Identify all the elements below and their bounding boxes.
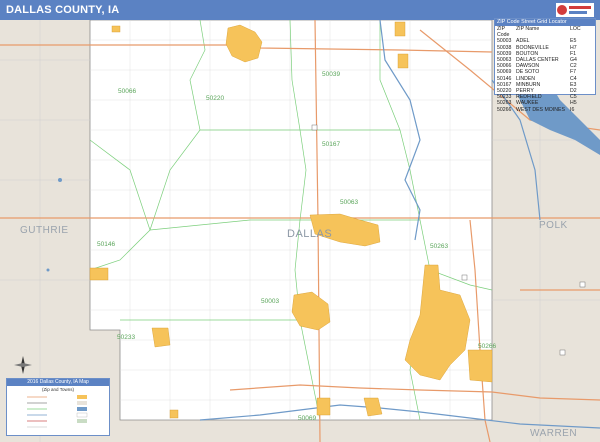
town-dawson [111,25,121,33]
zip-label: 50220 [206,95,224,102]
zip-label: 50063 [340,199,358,206]
zip-label: 50003 [261,298,279,305]
zip-label: 50146 [97,241,115,248]
zip-locator-cell: 50266 [497,106,512,113]
zip-locator-rows: 50003 ADEL E5 50038 BOONEVILLE H7 50039 BOUTON F… [495,38,595,112]
legend-swatches [27,395,88,428]
zip-locator-cell: I6 [570,106,575,113]
col-header: ZIP Name [516,26,540,32]
county-label-guthrie: GUTHRIE [20,225,69,236]
legend-title: 2016 Dallas County, IA Map [7,379,109,386]
zip-locator-title: ZIP Code Street Grid Locator [495,19,595,26]
legend-subtitle: (Zip and Towns) [42,387,74,392]
zip-locator-cell: WEST DES MOINES [516,106,565,113]
town-linden [89,267,109,281]
county-label-polk: POLK [539,220,568,231]
zip-locator-panel: ZIP Code Street Grid Locator ZIP Code ZI… [494,18,596,113]
zip-label: 50266 [478,343,496,350]
town-woodward [394,21,406,37]
town-minburn [169,409,179,419]
town-redfield [151,327,171,348]
county-label-warren: WARREN [530,428,577,439]
brand-logo [556,3,594,17]
zip-label: 50167 [322,141,340,148]
col-header: LOC [570,26,581,32]
town-granger [397,53,409,69]
map-title: DALLAS COUNTY, IA [0,0,600,20]
col-header: ZIP Code [497,26,510,39]
town-van-meter [316,397,331,416]
pond [46,268,50,272]
zip-label: 50066 [118,88,136,95]
county-label-dallas: DALLAS [287,228,332,240]
zip-label: 50263 [430,243,448,250]
town-west-des-moines [467,349,493,383]
zip-label: 50039 [322,71,340,78]
zip-locator-header: ZIP Code ZIP Name LOC [495,26,595,38]
zip-locator-row: 50266 WEST DES MOINES I6 [495,107,595,113]
zip-label: 50233 [117,334,135,341]
pond [58,178,62,182]
compass-icon [14,356,32,374]
legend-panel: 2016 Dallas County, IA Map (Zip and Town… [6,378,110,436]
zip-label: 50069 [298,415,316,422]
